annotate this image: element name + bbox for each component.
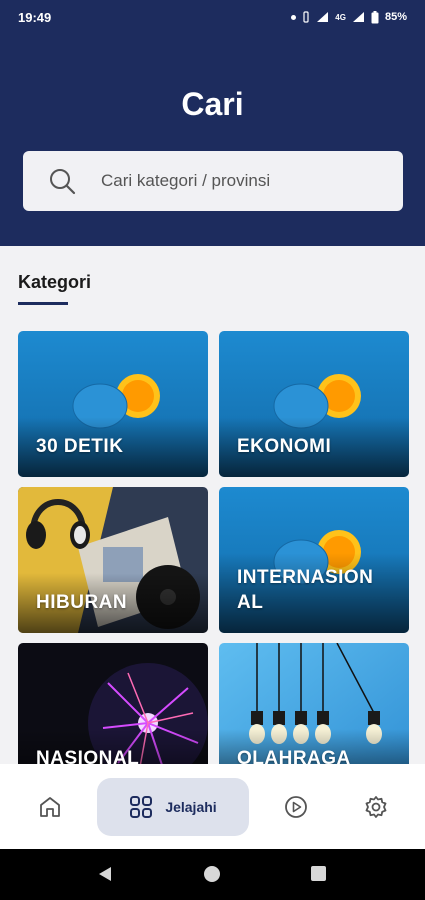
home-button-icon[interactable] bbox=[204, 866, 220, 882]
status-time: 19:49 bbox=[18, 9, 52, 25]
signal-icon bbox=[317, 12, 329, 22]
category-card-nasional[interactable]: NASIONAL bbox=[18, 643, 208, 764]
page-title: Cari bbox=[181, 86, 244, 122]
category-card-30-detik[interactable]: 30 DETIK bbox=[18, 331, 208, 477]
search-input[interactable] bbox=[101, 171, 381, 191]
category-card-ekonomi[interactable]: EKONOMI bbox=[219, 331, 409, 477]
nav-jelajahi[interactable]: Jelajahi bbox=[97, 778, 249, 836]
notification-dot-icon bbox=[291, 14, 297, 20]
search-icon bbox=[50, 169, 76, 195]
play-icon bbox=[285, 796, 307, 818]
vibrate-icon bbox=[303, 11, 309, 23]
bottom-nav: Jelajahi bbox=[0, 764, 425, 849]
network-type: 4G bbox=[335, 12, 346, 22]
category-section: Kategori 30 DETIK EKONOMI HIBURAN INTERN… bbox=[0, 246, 425, 764]
section-underline bbox=[18, 302, 68, 305]
nav-home[interactable] bbox=[25, 778, 75, 836]
gear-icon bbox=[365, 796, 387, 818]
category-label: NASIONAL bbox=[36, 748, 140, 764]
category-label: 30 DETIK bbox=[36, 436, 124, 457]
recents-icon[interactable] bbox=[311, 866, 326, 881]
category-card-internasional[interactable]: INTERNASIONAL bbox=[219, 487, 409, 633]
nav-video[interactable] bbox=[271, 778, 321, 836]
status-bar: 19:49 4G 85% bbox=[0, 0, 425, 34]
back-icon[interactable] bbox=[97, 866, 113, 882]
home-icon bbox=[40, 797, 60, 817]
search-bar[interactable] bbox=[23, 151, 403, 211]
section-title: Kategori bbox=[18, 272, 92, 292]
category-card-olahraga[interactable]: OLAHRAGA bbox=[219, 643, 409, 764]
header: Cari bbox=[0, 34, 425, 246]
signal-icon-2 bbox=[352, 12, 364, 22]
battery-icon bbox=[371, 10, 379, 23]
grid-icon bbox=[130, 796, 153, 818]
system-nav-bar bbox=[0, 849, 425, 900]
category-label: HIBURAN bbox=[36, 592, 128, 613]
nav-label: Jelajahi bbox=[165, 799, 217, 815]
category-label: INTERNASIONAL bbox=[237, 567, 374, 613]
battery-level: 85% bbox=[384, 11, 407, 23]
category-label: EKONOMI bbox=[237, 436, 332, 457]
category-card-hiburan[interactable]: HIBURAN bbox=[18, 487, 208, 633]
nav-settings[interactable] bbox=[351, 778, 401, 836]
status-icons: 4G 85% bbox=[291, 10, 407, 24]
category-label: OLAHRAGA bbox=[237, 748, 351, 764]
